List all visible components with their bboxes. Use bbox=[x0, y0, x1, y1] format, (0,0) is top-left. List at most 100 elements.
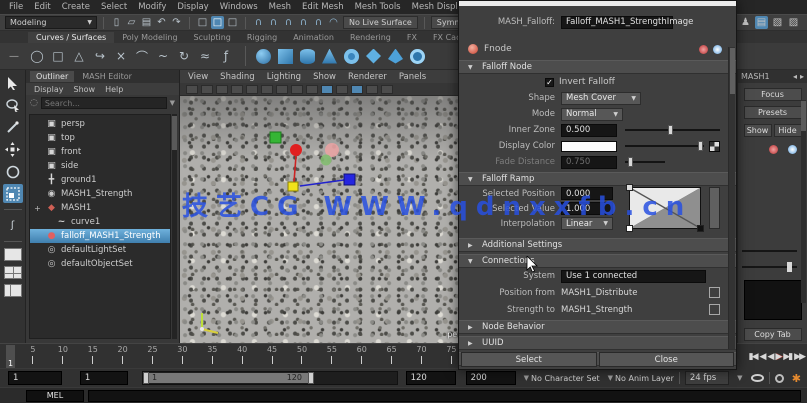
poly-primitive-icon[interactable] bbox=[344, 49, 359, 64]
viewport-toolbar-icon[interactable] bbox=[351, 85, 363, 94]
command-input[interactable] bbox=[88, 390, 801, 402]
section-connections[interactable]: ▼ Connections bbox=[459, 254, 736, 268]
menu-item[interactable]: Display bbox=[177, 2, 208, 12]
menu-item[interactable]: Modify bbox=[138, 2, 166, 12]
shape-dropdown[interactable]: Mesh Cover▼ bbox=[561, 92, 641, 105]
anim-layer-dropdown[interactable]: No Anim Layer bbox=[615, 374, 674, 383]
viewport-toolbar-icon[interactable] bbox=[276, 85, 288, 94]
curve-tool-icon[interactable]: ≈ bbox=[196, 47, 214, 65]
menu-item[interactable]: Windows bbox=[220, 2, 258, 12]
menu-item[interactable]: Edit Mesh bbox=[302, 2, 344, 12]
viewport-toolbar-icon[interactable] bbox=[306, 85, 318, 94]
snap-icon[interactable]: ∩ bbox=[282, 16, 295, 29]
curve-tool-icon[interactable]: ƒ bbox=[217, 47, 235, 65]
outliner-menu-item[interactable]: Display bbox=[34, 85, 64, 94]
curve-tool-icon[interactable]: ↻ bbox=[175, 47, 193, 65]
range-slider[interactable]: 1 120 bbox=[142, 371, 398, 385]
curve-tool-icon[interactable]: □ bbox=[49, 47, 67, 65]
selection-mode-icon[interactable]: □ bbox=[196, 16, 209, 29]
outliner-item[interactable]: persp bbox=[30, 117, 170, 131]
curve-tool-icon[interactable]: ↪ bbox=[91, 47, 109, 65]
texture-map-button[interactable] bbox=[709, 141, 720, 152]
outliner-menu-item[interactable]: Help bbox=[105, 85, 123, 94]
shelf-tab[interactable]: Rendering bbox=[342, 32, 399, 43]
outliner-item[interactable]: front bbox=[30, 145, 170, 159]
poly-primitive-icon[interactable] bbox=[278, 49, 293, 64]
snap-icon[interactable]: ∩ bbox=[252, 16, 265, 29]
shelf-tab[interactable]: Rigging bbox=[239, 32, 285, 43]
poly-primitive-icon[interactable] bbox=[322, 49, 337, 64]
scale-tool[interactable] bbox=[3, 184, 23, 203]
file-icon[interactable]: ▤ bbox=[140, 16, 153, 29]
window-title-bar[interactable] bbox=[459, 1, 736, 6]
character-controls-icon[interactable]: ♟ bbox=[739, 16, 752, 29]
outliner-item[interactable]: falloff_MASH1_Strength bbox=[30, 229, 170, 243]
dock-slider[interactable] bbox=[742, 250, 797, 252]
viewport-toolbar-icon[interactable] bbox=[246, 85, 258, 94]
menu-item[interactable]: Edit bbox=[34, 2, 50, 12]
attribute-editor-scrollbar[interactable] bbox=[728, 47, 735, 349]
dock-tab-label[interactable]: MASH1 bbox=[741, 72, 770, 81]
fps-dropdown[interactable]: 24 fps bbox=[685, 371, 729, 385]
menu-item[interactable]: Mesh bbox=[269, 2, 291, 12]
display-toggle-icon[interactable] bbox=[788, 145, 797, 154]
range-end-handle[interactable] bbox=[308, 372, 314, 384]
falloff-ramp-preview[interactable] bbox=[629, 187, 701, 229]
playback-end-field[interactable]: 120 bbox=[406, 371, 456, 385]
menu-item[interactable]: Create bbox=[62, 2, 90, 12]
shelf-tab[interactable]: Poly Modeling bbox=[114, 32, 185, 43]
viewport-toolbar-icon[interactable] bbox=[321, 85, 333, 94]
outliner-item[interactable]: side bbox=[30, 159, 170, 173]
system-field[interactable]: Use 1 connected bbox=[561, 270, 706, 283]
viewport-menu-item[interactable]: Renderer bbox=[348, 72, 387, 82]
tool-settings-icon[interactable]: ▧ bbox=[771, 16, 784, 29]
outliner-item[interactable]: defaultObjectSet bbox=[30, 257, 170, 271]
outliner-tab[interactable]: Outliner bbox=[30, 71, 74, 82]
viewport-menu-item[interactable]: Show bbox=[313, 72, 336, 82]
tab-scroll-right-icon[interactable]: ▸ bbox=[800, 72, 804, 81]
snap-icon[interactable]: ∩ bbox=[267, 16, 280, 29]
poly-primitive-icon[interactable] bbox=[388, 49, 403, 64]
selected-position-field[interactable]: 0.000 bbox=[561, 187, 613, 200]
poly-primitive-icon[interactable] bbox=[366, 49, 381, 64]
rotate-tool[interactable] bbox=[3, 162, 23, 181]
close-button[interactable]: Close bbox=[599, 352, 735, 367]
viewport-toolbar-icon[interactable] bbox=[336, 85, 348, 94]
show-button[interactable]: Show bbox=[744, 124, 772, 137]
file-icon[interactable]: ▯ bbox=[110, 16, 123, 29]
move-manipulator[interactable] bbox=[260, 128, 370, 208]
viewport-toolbar-icon[interactable] bbox=[201, 85, 213, 94]
soft-mod-tool[interactable]: ʃ bbox=[3, 216, 23, 235]
lasso-tool[interactable] bbox=[3, 96, 23, 115]
playback-button[interactable]: ▮◀ bbox=[748, 352, 758, 362]
copy-tab-button[interactable]: Copy Tab bbox=[744, 328, 802, 341]
node-name-field[interactable]: Falloff_MASH1_StrengthImage bbox=[561, 16, 673, 29]
curve-tool-icon[interactable]: ◯ bbox=[28, 47, 46, 65]
move-tool[interactable] bbox=[3, 140, 23, 159]
hide-button[interactable]: Hide bbox=[774, 124, 802, 137]
expand-icon[interactable] bbox=[33, 204, 42, 213]
ramp-options-button[interactable] bbox=[709, 187, 720, 229]
outliner-item[interactable]: top bbox=[30, 131, 170, 145]
file-icon[interactable]: ↶ bbox=[155, 16, 168, 29]
viewport-menu-item[interactable]: Shading bbox=[220, 72, 255, 82]
menu-set-dropdown[interactable]: Modeling▼ bbox=[5, 16, 97, 29]
viewport-toolbar-icon[interactable] bbox=[366, 85, 378, 94]
current-frame-indicator[interactable]: 1 bbox=[6, 345, 15, 368]
section-falloff-ramp[interactable]: ▼ Falloff Ramp bbox=[459, 172, 736, 186]
chevron-down-icon[interactable]: ▼ bbox=[608, 374, 613, 382]
animation-end-field[interactable]: 200 bbox=[466, 371, 516, 385]
playback-button[interactable]: ◀ bbox=[766, 352, 773, 362]
display-color-slider[interactable] bbox=[625, 145, 704, 147]
file-icon[interactable]: ▱ bbox=[125, 16, 138, 29]
character-set-dropdown[interactable]: No Character Set bbox=[531, 374, 600, 383]
viewport-toolbar-icon[interactable] bbox=[231, 85, 243, 94]
outliner-menu-item[interactable]: Show bbox=[74, 85, 96, 94]
viewport-menu-item[interactable]: Lighting bbox=[267, 72, 301, 82]
selection-mode-icon[interactable]: □ bbox=[211, 16, 224, 29]
outliner-search-input[interactable] bbox=[41, 97, 167, 109]
animation-preferences-icon[interactable]: ✱ bbox=[792, 372, 801, 385]
display-toggle-icon[interactable] bbox=[713, 45, 722, 54]
inner-zone-field[interactable]: 0.500 bbox=[561, 124, 617, 137]
playback-button[interactable]: ▶ bbox=[774, 352, 781, 362]
